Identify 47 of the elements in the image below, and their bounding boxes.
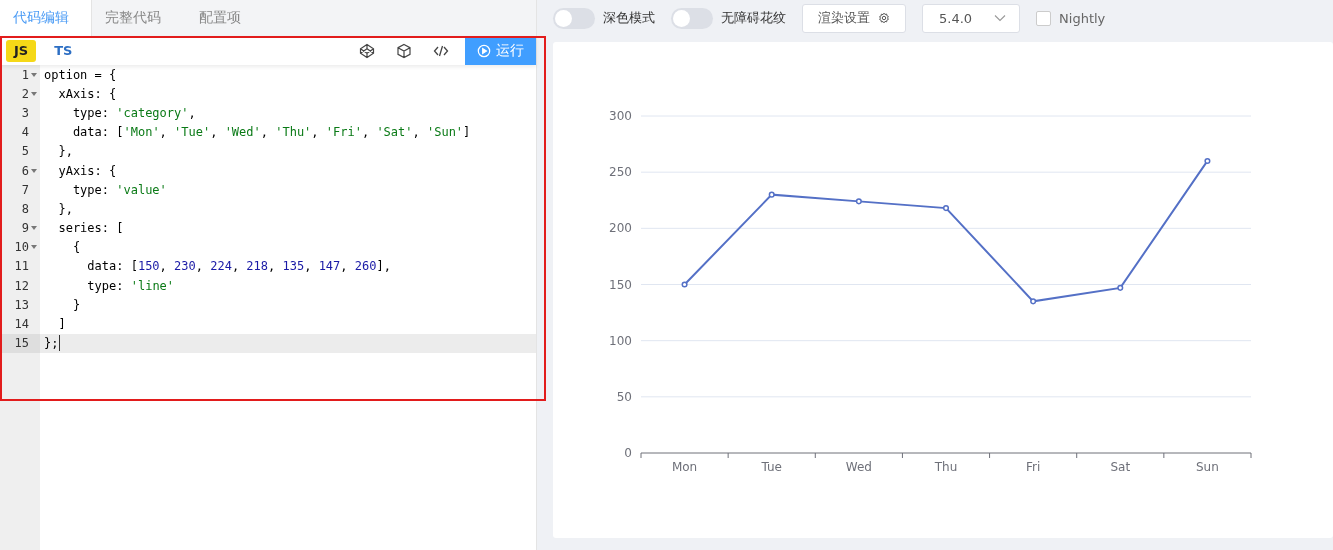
y-axis-label: 200 [609,221,632,236]
code-line: }; [44,336,59,351]
x-axis-label: Fri [1026,460,1041,474]
y-axis-label: 150 [609,277,632,292]
line-number: 7 [21,182,29,197]
code-line: xAxis: { [57,86,117,101]
toggle-label: 无障碍花纹 [721,9,786,27]
toggle-label: 深色模式 [603,9,655,27]
checkbox-label: Nightly [1059,10,1106,26]
line-number: 3 [21,105,29,120]
line-number: 2 [21,86,29,101]
x-axis-label: Thu [934,460,958,474]
code-line: yAxis: { [57,163,117,178]
code-line: option = { [44,67,117,82]
y-axis-label: 300 [609,109,632,123]
code-line: }, [57,201,73,216]
x-axis-label: Tue [761,460,782,474]
x-axis-label: Sat [1110,460,1131,474]
line-number: 14 [14,317,29,332]
x-axis-label: Sun [1196,460,1219,474]
line-number: 13 [14,297,29,312]
line-number: 9 [21,221,29,236]
line-number: 5 [21,144,29,159]
code-line: }, [57,144,73,159]
x-axis-label: Mon [671,460,698,474]
code-line: } [71,297,81,312]
line-number: 6 [21,163,29,178]
code-line: { [71,240,81,255]
x-axis-label: Wed [845,460,872,474]
y-axis-label: 50 [616,389,632,404]
code-line: type: 'line' [86,278,175,293]
line-number: 1 [21,67,29,82]
code-line: data: ['Mon', 'Tue', 'Wed', 'Thu', 'Fri', 'Sat', 'Sun'] [71,125,471,140]
y-axis-label: 0 [624,446,632,460]
code-line: data: [150, 230, 224, 218, 135, 147, 260], [86,259,391,274]
code-line: type: 'category', [71,105,196,120]
line-number: 15 [14,336,29,351]
code-line: type: 'value' [71,182,167,197]
y-axis-label: 250 [609,165,632,180]
line-number: 8 [21,201,29,216]
line-number: 10 [14,240,29,255]
code-line: series: [ [57,221,124,236]
line-number: 12 [14,278,29,293]
y-axis-label: 100 [609,333,632,348]
line-number: 4 [21,125,29,140]
code-line: ] [57,317,66,332]
line-number: 11 [14,259,29,274]
